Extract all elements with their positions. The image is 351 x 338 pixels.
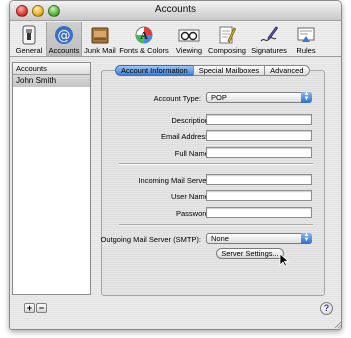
user-name-label: User Name: (170, 192, 211, 201)
glasses-icon (178, 24, 200, 46)
server-settings-button[interactable]: Server Settings... (216, 248, 284, 259)
toolbar-general-label: General (15, 46, 43, 55)
email-address-field[interactable] (206, 130, 312, 141)
pencil-pad-icon (216, 24, 238, 46)
remove-account-button[interactable]: − (36, 303, 47, 313)
preferences-toolbar: General @ Accounts Junk Mail A Fonts & C… (10, 21, 341, 57)
toolbar-accounts-label: Accounts (48, 46, 80, 55)
outgoing-mail-server-popup[interactable]: None ▲ ▼ (206, 232, 312, 244)
description-label: Description: (171, 116, 211, 125)
tab-advanced[interactable]: Advanced (264, 65, 310, 76)
toolbar-general[interactable]: General (12, 22, 46, 56)
password-label: Password: (175, 209, 211, 218)
full-name-label: Full Name: (174, 149, 211, 158)
incoming-mail-server-label: Incoming Mail Server: (138, 176, 211, 185)
full-name-field[interactable] (206, 147, 312, 158)
accounts-list[interactable]: Accounts John Smith (12, 62, 91, 295)
outgoing-mail-server-value: None (211, 234, 229, 243)
account-tabs: Account Information Special Mailboxes Ad… (115, 65, 310, 76)
account-type-value: POP (211, 93, 227, 102)
user-name-field[interactable] (206, 190, 312, 201)
toolbar-fonts-colors-label: Fonts & Colors (119, 46, 169, 55)
toolbar-junk-mail-label: Junk Mail (84, 46, 116, 55)
toolbar-accounts[interactable]: @ Accounts (46, 22, 82, 56)
junk-mail-icon (89, 24, 111, 46)
outgoing-mail-server-label: Outgoing Mail Server (SMTP): (100, 235, 201, 244)
account-type-popup[interactable]: POP ▲ ▼ (206, 91, 312, 103)
add-account-button[interactable]: + (24, 303, 35, 313)
toolbar-viewing[interactable]: Viewing (171, 22, 207, 56)
popup-arrows-icon: ▲ ▼ (301, 91, 312, 103)
account-type-label: Account Type: (153, 94, 201, 103)
general-switch-icon (18, 24, 40, 46)
popup-arrows-icon: ▲ ▼ (301, 232, 312, 244)
fonts-colors-icon: A (133, 24, 155, 46)
at-sign-icon: @ (53, 24, 75, 46)
toolbar-composing[interactable]: Composing (207, 22, 247, 56)
toolbar-signatures-label: Signatures (251, 46, 287, 55)
description-field[interactable] (206, 114, 312, 125)
tab-special-mailboxes[interactable]: Special Mailboxes (192, 65, 266, 76)
toolbar-viewing-label: Viewing (175, 46, 203, 55)
window-title: Accounts (154, 4, 197, 15)
email-address-label: Email Address: (160, 132, 211, 141)
rules-icon (295, 24, 317, 46)
resize-grip-icon[interactable] (334, 321, 342, 329)
svg-text:A: A (140, 30, 148, 42)
list-item[interactable]: John Smith (13, 75, 90, 87)
toolbar-rules[interactable]: Rules (291, 22, 321, 56)
help-button[interactable]: ? (320, 302, 333, 315)
toolbar-fonts-colors[interactable]: A Fonts & Colors (119, 22, 169, 56)
password-field[interactable] (206, 207, 312, 218)
tab-account-information[interactable]: Account Information (115, 65, 194, 76)
svg-text:@: @ (58, 29, 71, 44)
toolbar-signatures[interactable]: Signatures (248, 22, 290, 56)
toolbar-rules-label: Rules (296, 46, 316, 55)
incoming-mail-server-field[interactable] (206, 174, 312, 185)
signature-pen-icon (258, 24, 280, 46)
mouse-pointer-icon (279, 253, 289, 267)
divider (119, 224, 313, 226)
divider (119, 163, 313, 165)
title-bar[interactable]: Accounts (10, 1, 341, 21)
accounts-list-header[interactable]: Accounts (13, 63, 90, 75)
toolbar-composing-label: Composing (208, 46, 246, 55)
toolbar-junk-mail[interactable]: Junk Mail (82, 22, 118, 56)
